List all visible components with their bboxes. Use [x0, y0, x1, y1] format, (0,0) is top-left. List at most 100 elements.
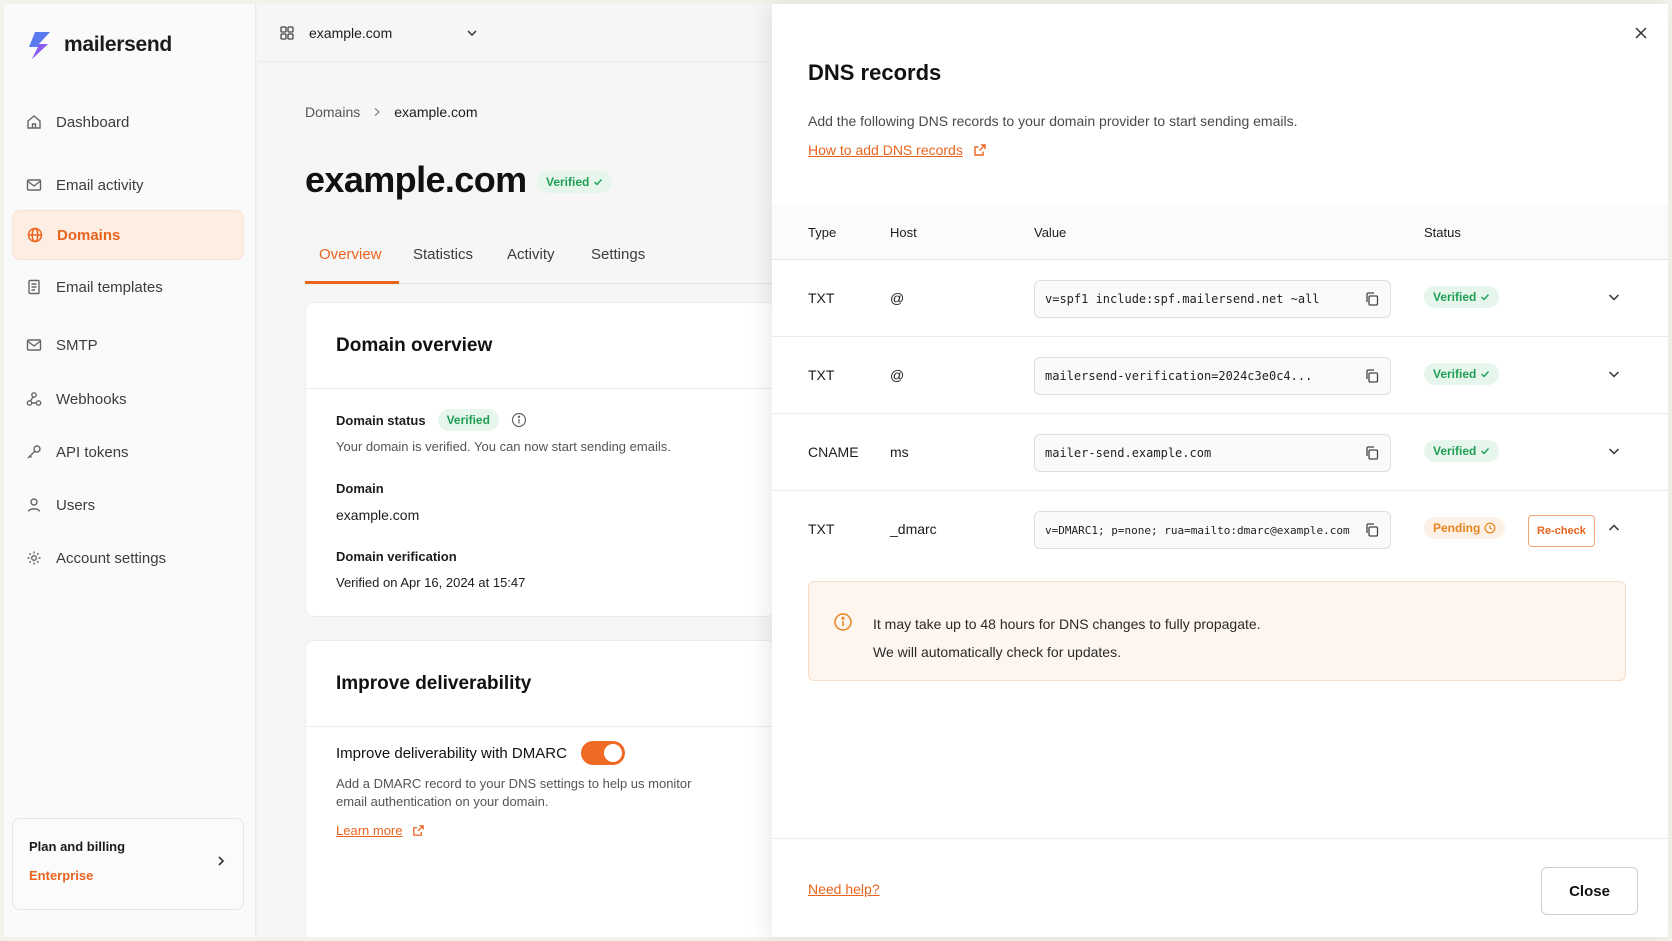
howto-dns-link-wrap[interactable]: How to add DNS records [808, 142, 987, 158]
column-header-type: Type [808, 225, 837, 240]
table-row[interactable]: TXT _dmarc v=DMARC1; p=none; rua=mailto:… [772, 491, 1668, 568]
domain-overview-title: Domain overview [306, 303, 772, 389]
copy-icon[interactable] [1364, 368, 1380, 384]
sidebar-item-users[interactable]: Users [12, 480, 244, 530]
domain-tabs: Overview Statistics Activity Settings [305, 234, 772, 284]
sidebar-item-label: Email templates [56, 278, 163, 296]
status-badge-label: Verified [1433, 444, 1477, 458]
drawer-description: Add the following DNS records to your do… [808, 113, 1298, 129]
tab-activity[interactable]: Activity [507, 246, 555, 263]
tab-settings[interactable]: Settings [591, 246, 645, 263]
sidebar-item-label: Dashboard [56, 113, 130, 131]
close-icon[interactable] [1634, 26, 1648, 40]
record-type: TXT [808, 290, 835, 306]
column-header-value: Value [1034, 225, 1067, 240]
table-row[interactable]: CNAME ms mailer-send.example.com Verifie… [772, 414, 1668, 491]
howto-dns-link[interactable]: How to add DNS records [808, 142, 963, 158]
sidebar-item-account-settings[interactable]: Account settings [12, 533, 244, 583]
record-value: v=DMARC1; p=none; rua=mailto:dmarc@examp… [1045, 523, 1350, 537]
main-content: example.com Domains example.com example.… [257, 4, 772, 937]
column-header-status: Status [1424, 225, 1461, 240]
status-badge: Verified [1424, 440, 1500, 462]
sidebar-item-label: Users [56, 496, 96, 514]
webhook-icon [26, 392, 42, 406]
domain-overview-card: Domain overview Domain status Verified Y… [305, 302, 772, 617]
improve-deliverability-title: Improve deliverability [306, 641, 772, 727]
sidebar-item-domains[interactable]: Domains [12, 210, 244, 260]
dmarc-description-line1: Add a DMARC record to your DNS settings … [336, 776, 692, 791]
plan-name: Enterprise [29, 868, 94, 883]
record-value-field[interactable]: mailersend-verification=2024c3e0c4... [1034, 357, 1391, 395]
breadcrumb-domains-link[interactable]: Domains [305, 104, 360, 120]
plan-billing-card[interactable]: Plan and billing Enterprise [12, 818, 244, 910]
status-badge-label: Pending [1433, 521, 1481, 535]
record-value: mailer-send.example.com [1045, 446, 1212, 460]
copy-icon[interactable] [1364, 445, 1380, 461]
sidebar-item-api-tokens[interactable]: API tokens [12, 427, 244, 477]
domain-status-badge: Verified [437, 409, 499, 431]
sidebar-item-email-templates[interactable]: Email templates [12, 262, 244, 312]
domain-verification-value: Verified on Apr 16, 2024 at 15:47 [336, 575, 526, 590]
chevron-up-icon[interactable] [1607, 521, 1621, 535]
sidebar-item-smtp[interactable]: SMTP [12, 320, 244, 370]
domain-selector[interactable]: example.com [309, 25, 392, 41]
status-badge-label: Verified [1433, 290, 1477, 304]
mailersend-logo-icon [29, 32, 50, 59]
sidebar-item-label: Account settings [56, 549, 167, 567]
breadcrumb: Domains example.com [305, 104, 478, 120]
domain-label: Domain [336, 481, 384, 496]
info-icon[interactable] [511, 412, 527, 428]
chevron-down-icon[interactable] [1607, 444, 1621, 458]
dns-records-drawer: DNS records Add the following DNS record… [772, 4, 1668, 937]
record-host: ms [890, 444, 909, 460]
record-value-field[interactable]: v=DMARC1; p=none; rua=mailto:dmarc@examp… [1034, 511, 1391, 549]
home-icon [27, 115, 41, 129]
learn-more-link[interactable]: Learn more [336, 823, 402, 838]
chevron-down-icon[interactable] [1607, 290, 1621, 304]
copy-icon[interactable] [1364, 291, 1380, 307]
check-icon [1481, 371, 1490, 378]
sidebar-item-label: API tokens [56, 443, 129, 461]
mail-icon [26, 339, 42, 351]
need-help-link[interactable]: Need help? [808, 881, 880, 897]
record-value-field[interactable]: v=spf1 include:spf.mailersend.net ~all [1034, 280, 1391, 318]
dns-table-header: Type Host Value Status [772, 204, 1668, 260]
key-icon [27, 445, 41, 459]
domain-status-text: Your domain is verified. You can now sta… [336, 439, 671, 454]
status-badge-label: Verified [546, 175, 590, 189]
record-type: TXT [808, 521, 835, 537]
domain-value: example.com [336, 507, 420, 523]
chevron-down-icon[interactable] [1607, 367, 1621, 381]
dmarc-toggle[interactable] [580, 741, 625, 765]
sidebar-item-dashboard[interactable]: Dashboard [12, 97, 244, 147]
sidebar-item-webhooks[interactable]: Webhooks [12, 374, 244, 424]
brand-name: mailersend [64, 33, 172, 56]
dns-records-table: Type Host Value Status TXT @ v=spf1 incl… [772, 204, 1668, 568]
domain-status-label: Domain status [336, 412, 426, 428]
sidebar-item-email-activity[interactable]: Email activity [12, 160, 244, 210]
tab-overview[interactable]: Overview [319, 246, 382, 263]
check-icon [1481, 294, 1490, 301]
drawer-footer: Need help? Close [772, 838, 1668, 937]
table-row[interactable]: TXT @ v=spf1 include:spf.mailersend.net … [772, 260, 1668, 337]
recheck-button[interactable]: Re-check [1528, 515, 1595, 547]
sidebar-item-label: Email activity [56, 176, 144, 194]
status-badge-label: Verified [1433, 367, 1477, 381]
sidebar-item-label: Webhooks [56, 390, 127, 408]
table-row[interactable]: TXT @ mailersend-verification=2024c3e0c4… [772, 337, 1668, 414]
column-header-host: Host [890, 225, 917, 240]
record-value-field[interactable]: mailer-send.example.com [1034, 434, 1391, 472]
brand-logo[interactable]: mailersend [26, 30, 172, 60]
domain-switcher-icon [280, 25, 294, 40]
status-badge: Pending [1424, 517, 1506, 539]
tab-statistics[interactable]: Statistics [413, 246, 473, 263]
close-button[interactable]: Close [1541, 867, 1638, 915]
mail-icon [26, 179, 42, 191]
chevron-down-icon[interactable] [466, 27, 478, 39]
copy-icon[interactable] [1364, 522, 1380, 538]
chevron-right-icon [374, 108, 381, 116]
topbar: example.com [257, 4, 772, 62]
domain-status-badge: Verified [537, 171, 613, 193]
active-tab-indicator [305, 281, 399, 284]
record-value: v=spf1 include:spf.mailersend.net ~all [1045, 292, 1320, 306]
